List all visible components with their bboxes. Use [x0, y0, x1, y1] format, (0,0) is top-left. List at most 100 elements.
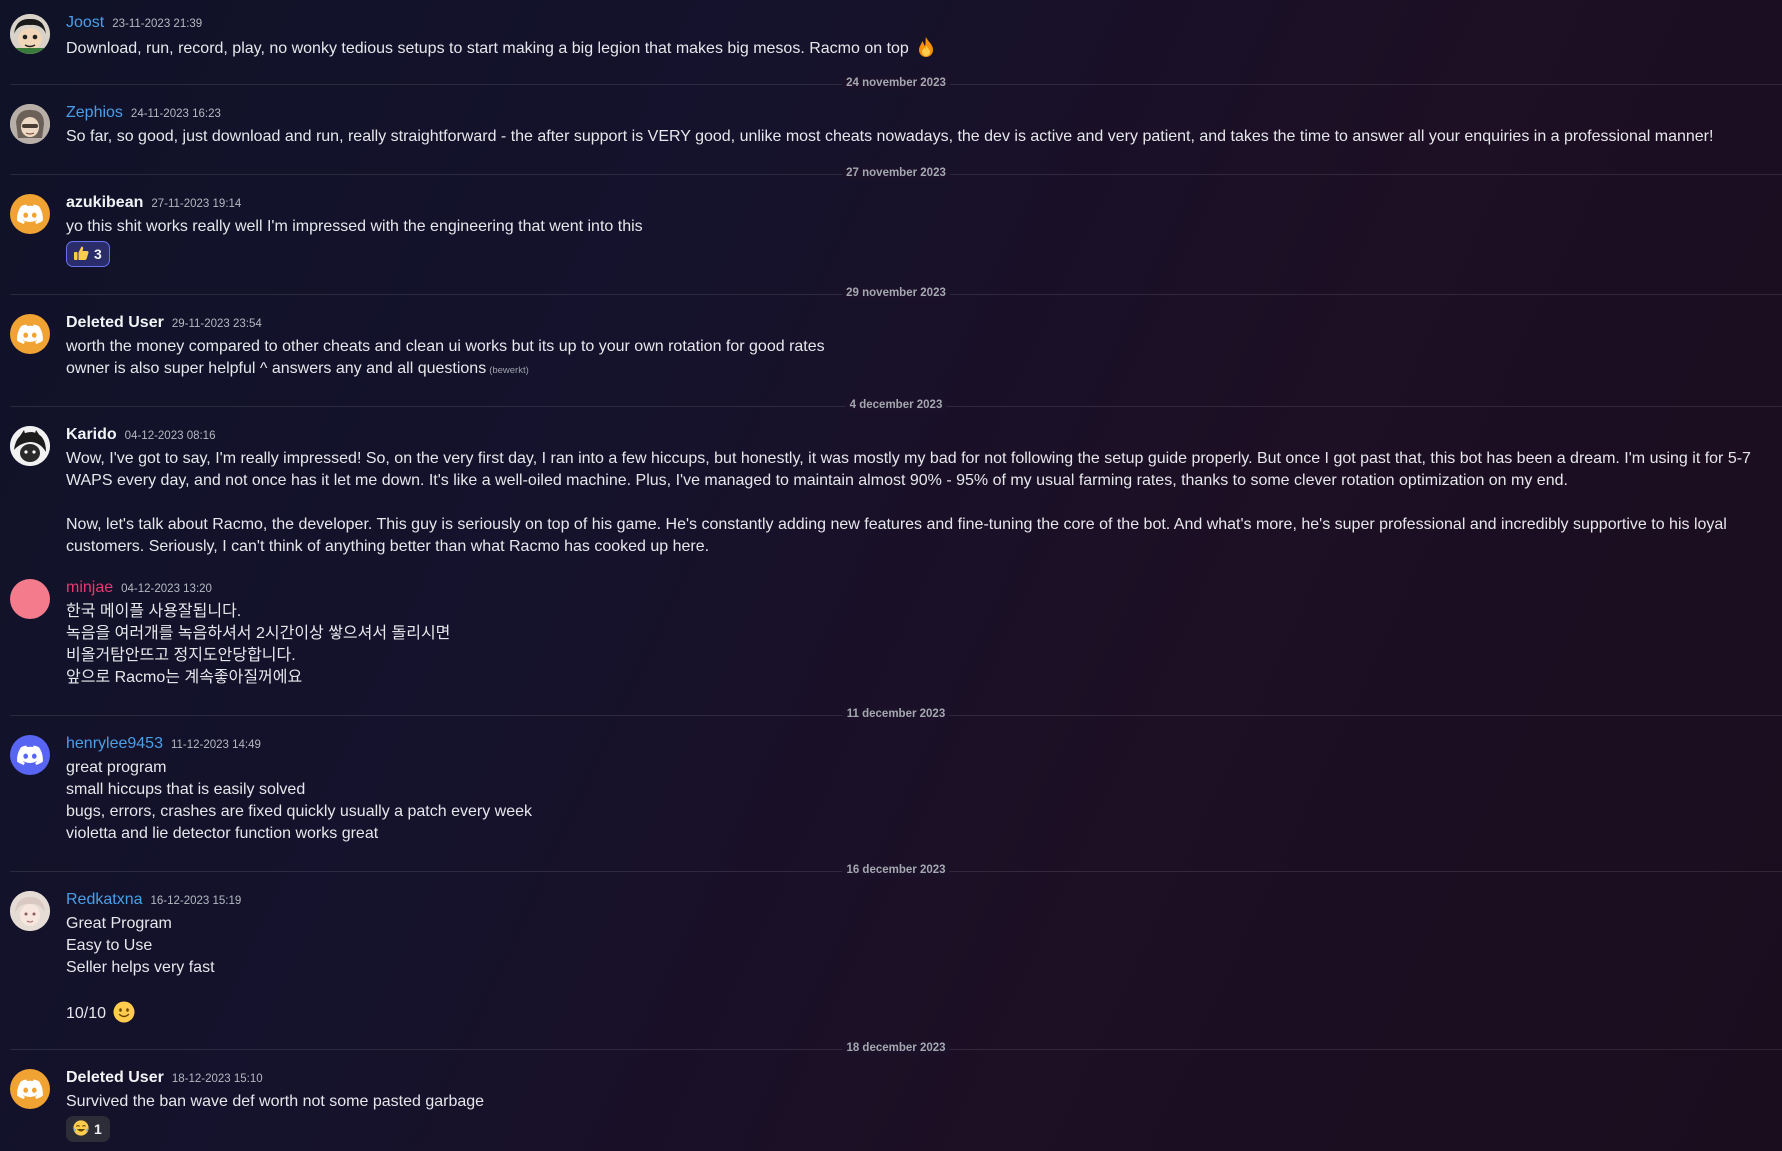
date-divider-label: 11 december 2023	[842, 708, 950, 720]
message-text: Great Program	[66, 915, 172, 932]
reaction-button[interactable]: 1	[66, 1116, 110, 1142]
avatar[interactable]	[10, 426, 50, 466]
message-text: yo this shit works really well I'm impre…	[66, 218, 643, 235]
date-divider-label: 4 december 2023	[845, 399, 947, 411]
date-divider-label: 18 december 2023	[842, 1042, 950, 1054]
date-divider: 27 november 2023	[10, 167, 1782, 179]
timestamp: 16-12-2023 15:19	[150, 895, 242, 907]
date-divider-label: 29 november 2023	[842, 287, 950, 299]
timestamp: 27-11-2023 19:14	[151, 198, 242, 210]
message-body: great program small hiccups that is easi…	[66, 757, 1766, 845]
message-text: bugs, errors, crashes are fixed quickly …	[66, 803, 532, 820]
discord-logo-icon	[17, 204, 43, 224]
timestamp: 29-11-2023 23:54	[171, 318, 262, 330]
timestamp: 11-12-2023 14:49	[170, 739, 261, 751]
message-text: Seller helps very fast	[66, 959, 215, 976]
timestamp: 24-11-2023 16:23	[130, 108, 221, 120]
timestamp: 23-11-2023 21:39	[112, 18, 203, 30]
message-line: owner is also super helpful ^ answers an…	[66, 358, 1766, 382]
avatar[interactable]	[10, 194, 50, 234]
date-divider: 24 november 2023	[10, 77, 1782, 89]
anime-avatar-icon	[10, 14, 50, 54]
date-divider: 16 december 2023	[10, 864, 1782, 876]
avatar[interactable]	[10, 14, 50, 54]
message-header: Karido 04-12-2023 08:16	[66, 426, 215, 448]
message-paragraph: Wow, I've got to say, I'm really impress…	[66, 450, 1751, 489]
message-text: 녹음을 여러개를 녹음하셔서 2시간이상 쌓으셔서 돌리시면	[66, 625, 451, 642]
message-text: 비올거탐안뜨고 정지도안당합니다.	[66, 647, 296, 664]
message-paragraph: Now, let's talk about Racmo, the develop…	[66, 516, 1727, 555]
edited-label: (bewerkt)	[489, 365, 529, 376]
timestamp: 04-12-2023 08:16	[124, 430, 216, 442]
message-text: small hiccups that is easily solved	[66, 781, 306, 798]
discord-logo-icon	[17, 1079, 43, 1099]
message-body: Survived the ban wave def worth not some…	[66, 1091, 1766, 1113]
date-divider: 18 december 2023	[10, 1042, 1782, 1054]
message-header: Zephios 24-11-2023 16:23	[66, 104, 221, 126]
review-feed: Joost 23-11-2023 21:39 Download, run, re…	[0, 0, 1782, 1151]
joy-icon	[73, 1119, 89, 1139]
message-body: 한국 메이플 사용잘됩니다. 녹음을 여러개를 녹음하셔서 2시간이상 쌓으셔서…	[66, 601, 1766, 689]
message-text: Easy to Use	[66, 937, 153, 954]
message-text: Download, run, record, play, no wonky te…	[66, 40, 909, 57]
reaction-count: 3	[94, 246, 102, 262]
slight-smile-icon	[113, 1001, 135, 1030]
avatar[interactable]	[10, 104, 50, 144]
username[interactable]: azukibean	[66, 194, 143, 212]
message-header: Joost 23-11-2023 21:39	[66, 14, 202, 36]
avatar[interactable]	[10, 891, 50, 931]
message-body: worth the money compared to other cheats…	[66, 336, 1766, 382]
avatar[interactable]	[10, 314, 50, 354]
username[interactable]: Karido	[66, 426, 117, 444]
avatar[interactable]	[10, 735, 50, 775]
reaction-button[interactable]: 3	[66, 241, 110, 267]
discord-logo-icon	[17, 324, 43, 344]
message-text: 앞으로 Racmo는 계속좋아질꺼에요	[66, 669, 303, 686]
message-body: Download, run, record, play, no wonky te…	[66, 36, 1766, 65]
message-header: azukibean 27-11-2023 19:14	[66, 194, 241, 216]
message-text: violetta and lie detector function works…	[66, 825, 379, 842]
username[interactable]: Deleted User	[66, 1069, 164, 1087]
date-divider: 29 november 2023	[10, 287, 1782, 299]
message-text: So far, so good, just download and run, …	[66, 128, 1714, 145]
timestamp: 04-12-2023 13:20	[121, 583, 212, 595]
message-body: So far, so good, just download and run, …	[66, 126, 1766, 148]
message-text: 10/10	[66, 1005, 107, 1022]
message-header: Deleted User 29-11-2023 23:54	[66, 314, 262, 336]
message-header: Deleted User 18-12-2023 15:10	[66, 1069, 263, 1091]
message-text: owner is also super helpful ^ answers an…	[66, 360, 487, 377]
message-body: Wow, I've got to say, I'm really impress…	[66, 448, 1756, 558]
message-line: Download, run, record, play, no wonky te…	[66, 36, 1766, 65]
thumbs-up-icon	[73, 245, 89, 264]
fire-icon	[915, 36, 937, 65]
date-divider: 4 december 2023	[10, 399, 1782, 411]
message-line: 10/10	[66, 1001, 1766, 1030]
reaction-count: 1	[94, 1121, 102, 1137]
username[interactable]: Deleted User	[66, 314, 164, 332]
username[interactable]: Redkatxna	[66, 891, 143, 909]
username[interactable]: Zephios	[66, 104, 123, 122]
discord-logo-icon	[17, 745, 43, 765]
username[interactable]: minjae	[66, 579, 113, 597]
date-divider-label: 16 december 2023	[842, 864, 950, 876]
date-divider-label: 24 november 2023	[842, 77, 950, 89]
message-body: yo this shit works really well I'm impre…	[66, 216, 1766, 238]
avatar[interactable]	[10, 1069, 50, 1109]
avatar[interactable]	[10, 579, 50, 619]
username[interactable]: Joost	[66, 14, 104, 32]
anime-avatar-icon	[10, 891, 50, 931]
message-body: Great Program Easy to Use Seller helps v…	[66, 913, 1766, 1030]
message-text: great program	[66, 759, 167, 776]
timestamp: 18-12-2023 15:10	[171, 1073, 263, 1085]
message-text: worth the money compared to other cheats…	[66, 338, 825, 355]
username[interactable]: henrylee9453	[66, 735, 163, 753]
message-header: minjae 04-12-2023 13:20	[66, 579, 212, 601]
message-text: 한국 메이플 사용잘됩니다.	[66, 603, 242, 620]
anime-avatar-icon	[10, 426, 50, 466]
message-header: Redkatxna 16-12-2023 15:19	[66, 891, 241, 913]
message-header: henrylee9453 11-12-2023 14:49	[66, 735, 261, 757]
date-divider-label: 27 november 2023	[842, 167, 950, 179]
date-divider: 11 december 2023	[10, 708, 1782, 720]
